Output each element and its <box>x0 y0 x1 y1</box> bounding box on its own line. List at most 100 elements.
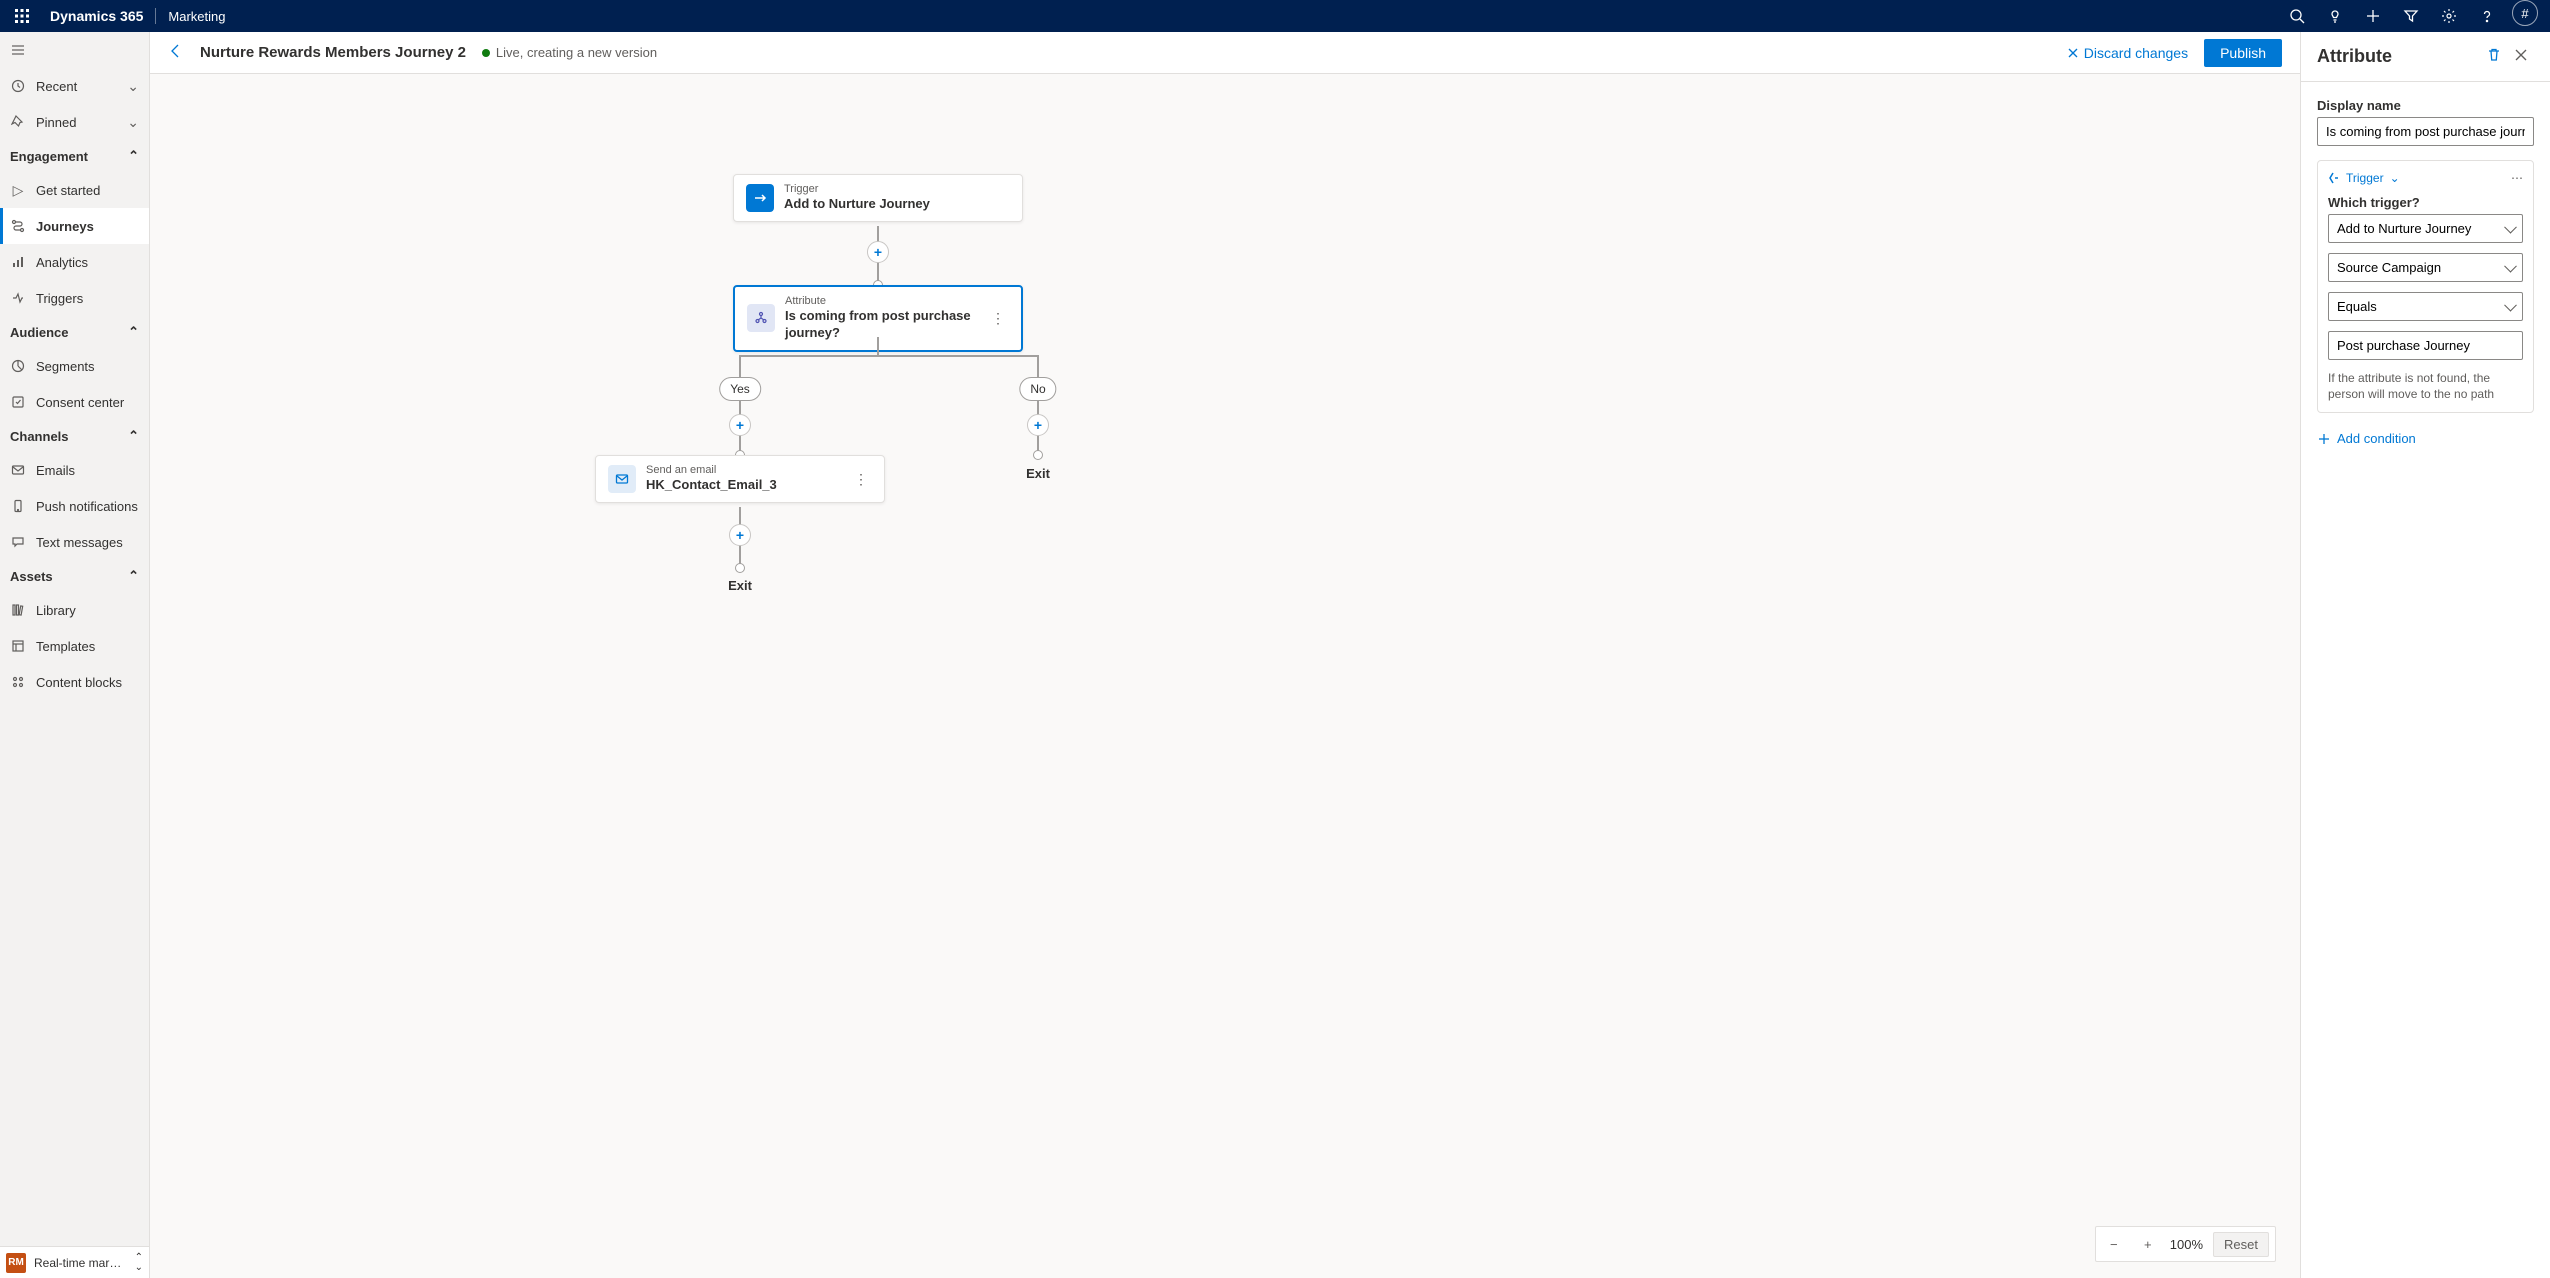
nav-group-audience[interactable]: Audience⌃ <box>0 316 149 348</box>
global-topbar: Dynamics 365 Marketing # <box>0 0 2550 32</box>
condition-note: If the attribute is not found, the perso… <box>2328 370 2523 402</box>
nav-templates[interactable]: Templates <box>0 628 149 664</box>
node-more-button[interactable]: ⋮ <box>850 467 872 492</box>
zoom-toolbar: − + 100% Reset <box>2095 1226 2276 1262</box>
app-launcher-icon[interactable] <box>6 8 38 24</box>
add-step-button[interactable]: + <box>867 241 889 263</box>
nav-label: Library <box>36 603 139 618</box>
filter-icon[interactable] <box>2392 0 2430 32</box>
nav-label: Analytics <box>36 255 139 270</box>
nav-label: Triggers <box>36 291 139 306</box>
add-step-button[interactable]: + <box>729 414 751 436</box>
area-switcher[interactable]: RM Real-time marketi… ⌃⌄ <box>0 1246 149 1278</box>
condition-more-button[interactable]: ⋯ <box>2511 171 2523 185</box>
nav-segments[interactable]: Segments <box>0 348 149 384</box>
nav-group-engagement[interactable]: Engagement⌃ <box>0 140 149 172</box>
delete-button[interactable] <box>2480 47 2508 66</box>
node-title: Is coming from post purchase journey? <box>785 308 977 342</box>
area-badge: RM <box>6 1253 26 1273</box>
nav-collapse-button[interactable] <box>0 32 149 68</box>
zoom-reset-button[interactable]: Reset <box>2213 1232 2269 1257</box>
journey-status: Live, creating a new version <box>482 45 657 60</box>
chevron-updown-icon: ⌃⌄ <box>135 1253 143 1273</box>
nav-recent[interactable]: Recent⌄ <box>0 68 149 104</box>
module-name[interactable]: Marketing <box>156 9 237 24</box>
nav-pinned[interactable]: Pinned⌄ <box>0 104 149 140</box>
node-type-label: Attribute <box>785 295 977 308</box>
node-title: HK_Contact_Email_3 <box>646 477 840 494</box>
nav-label: Segments <box>36 359 139 374</box>
page-title: Nurture Rewards Members Journey 2 <box>200 44 466 61</box>
back-button[interactable] <box>168 43 184 62</box>
node-type-label: Send an email <box>646 464 840 477</box>
page-header: Nurture Rewards Members Journey 2 Live, … <box>150 32 2300 74</box>
add-step-button[interactable]: + <box>729 524 751 546</box>
condition-type[interactable]: Trigger <box>2346 171 2384 185</box>
nav-group-assets[interactable]: Assets⌃ <box>0 560 149 592</box>
nav-library[interactable]: Library <box>0 592 149 628</box>
nav-blocks[interactable]: Content blocks <box>0 664 149 700</box>
nav-analytics[interactable]: Analytics <box>0 244 149 280</box>
canvas-node-email[interactable]: Send an emailHK_Contact_Email_3 ⋮ <box>595 455 885 503</box>
zoom-in-button[interactable]: + <box>2136 1237 2160 1252</box>
nav-label: Pinned <box>36 115 117 130</box>
nav-group-channels[interactable]: Channels⌃ <box>0 420 149 452</box>
nav-triggers[interactable]: Triggers <box>0 280 149 316</box>
nav-emails[interactable]: Emails <box>0 452 149 488</box>
nav-label: Emails <box>36 463 139 478</box>
connector <box>1037 355 1039 458</box>
add-step-button[interactable]: + <box>1027 414 1049 436</box>
chevron-down-icon[interactable]: ⌄ <box>2390 171 2400 185</box>
display-name-input[interactable] <box>2317 117 2534 146</box>
nav-push[interactable]: Push notifications <box>0 488 149 524</box>
operator-select[interactable] <box>2328 292 2523 321</box>
branch-no[interactable]: No <box>1019 377 1056 401</box>
lightbulb-icon[interactable] <box>2316 0 2354 32</box>
which-trigger-select[interactable] <box>2328 214 2523 243</box>
node-more-button[interactable]: ⋮ <box>987 306 1009 331</box>
nav-label: Get started <box>36 183 139 198</box>
nav-label: Content blocks <box>36 675 139 690</box>
nav-label: Templates <box>36 639 139 654</box>
help-icon[interactable] <box>2468 0 2506 32</box>
panel-title: Attribute <box>2317 46 2480 67</box>
trigger-icon <box>746 184 774 212</box>
field-select[interactable] <box>2328 253 2523 282</box>
account-avatar[interactable]: # <box>2512 0 2538 26</box>
gear-icon[interactable] <box>2430 0 2468 32</box>
node-type-label: Trigger <box>784 183 1010 196</box>
exit-label: Exit <box>728 578 752 593</box>
journey-canvas[interactable]: TriggerAdd to Nurture Journey + Attribut… <box>150 74 2300 1278</box>
connector <box>739 355 1039 357</box>
condition-block: Trigger ⌄ ⋯ Which trigger? If the attrib… <box>2317 160 2534 413</box>
nav-journeys[interactable]: Journeys <box>0 208 149 244</box>
search-icon[interactable] <box>2278 0 2316 32</box>
nav-label: Consent center <box>36 395 139 410</box>
zoom-out-button[interactable]: − <box>2102 1237 2126 1252</box>
attribute-icon <box>747 304 775 332</box>
nav-label: Push notifications <box>36 499 139 514</box>
value-input[interactable] <box>2328 331 2523 360</box>
nav-consent[interactable]: Consent center <box>0 384 149 420</box>
canvas-node-trigger[interactable]: TriggerAdd to Nurture Journey <box>733 174 1023 222</box>
node-title: Add to Nurture Journey <box>784 196 1010 213</box>
brand-name[interactable]: Dynamics 365 <box>38 8 155 24</box>
connector-dot <box>1033 450 1043 460</box>
top-actions: # <box>2278 0 2544 32</box>
publish-button[interactable]: Publish <box>2204 39 2282 67</box>
nav-get-started[interactable]: ▷Get started <box>0 172 149 208</box>
status-dot-icon <box>482 49 490 57</box>
zoom-percent: 100% <box>2170 1237 2203 1252</box>
which-trigger-label: Which trigger? <box>2328 195 2523 210</box>
email-icon <box>608 465 636 493</box>
plus-icon[interactable] <box>2354 0 2392 32</box>
add-condition-button[interactable]: Add condition <box>2317 427 2534 446</box>
discard-button[interactable]: Discard changes <box>2066 45 2188 61</box>
branch-yes[interactable]: Yes <box>719 377 761 401</box>
nav-label: Text messages <box>36 535 139 550</box>
connector <box>877 337 879 355</box>
exit-label: Exit <box>1026 466 1050 481</box>
close-icon[interactable] <box>2508 48 2534 65</box>
nav-sms[interactable]: Text messages <box>0 524 149 560</box>
left-nav: Recent⌄ Pinned⌄ Engagement⌃ ▷Get started… <box>0 32 150 1278</box>
